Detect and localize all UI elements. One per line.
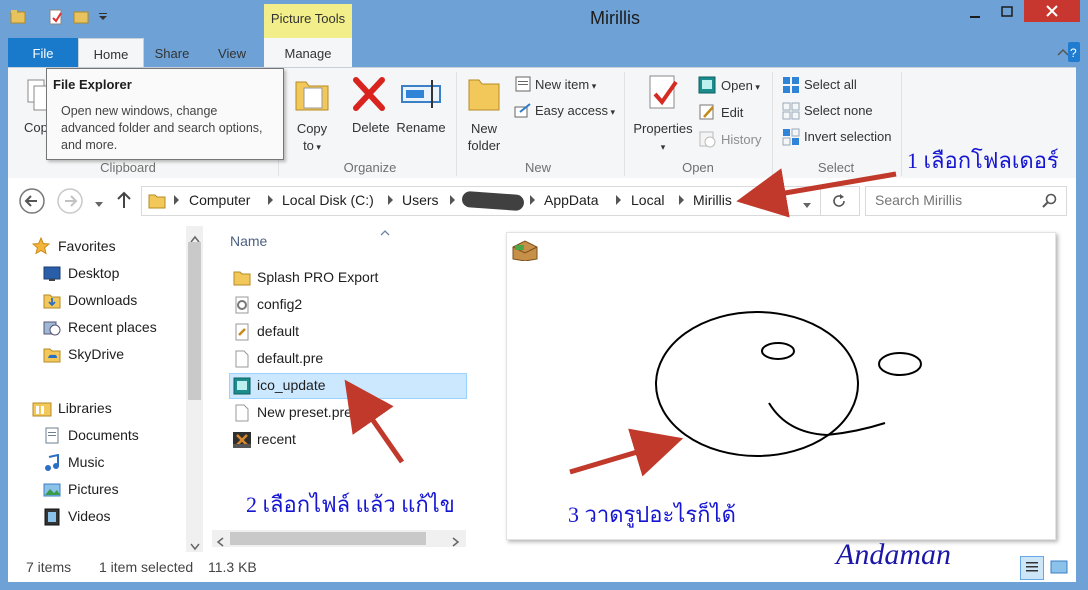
author-signature: Andaman — [836, 538, 951, 571]
annotation-step-2: 2 เลือกไฟล์ แล้ว แก้ไข — [246, 492, 455, 517]
annotation-step-3: 3 วาดรูปอะไรก็ได้ — [568, 502, 736, 527]
explorer-window: Picture Tools Mirillis File Home Share V… — [0, 0, 1088, 590]
annotation-arrows — [344, 168, 897, 477]
annotation-step-1: 1 เลือกโฟลเดอร์ — [907, 148, 1059, 173]
